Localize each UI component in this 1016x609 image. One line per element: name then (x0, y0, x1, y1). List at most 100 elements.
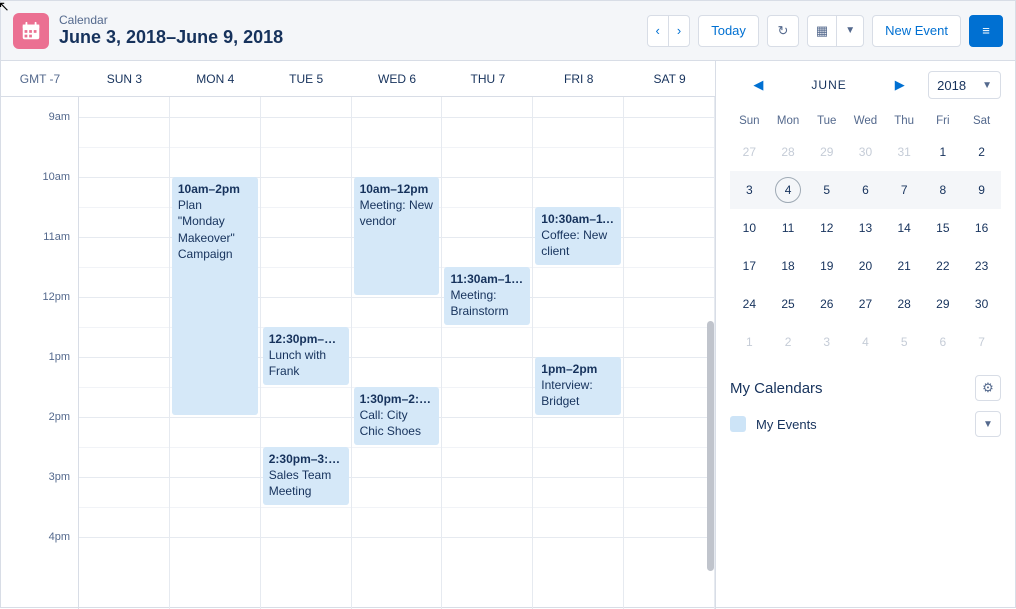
mini-day-cell[interactable]: 30 (846, 133, 885, 171)
scrollbar-thumb[interactable] (707, 321, 714, 571)
day-column[interactable] (79, 97, 170, 609)
mini-day-cell[interactable]: 8 (924, 171, 963, 209)
mini-day-cell[interactable]: 30 (962, 285, 1001, 323)
mini-cal-nav: ◀ JUNE ▶ 2018 ▼ (730, 71, 1001, 99)
mini-day-cell[interactable]: 14 (885, 209, 924, 247)
calendar-event[interactable]: 1pm–2pmInterview: Bridget (535, 357, 621, 415)
event-time: 10am–12pm (360, 181, 434, 197)
refresh-button[interactable]: ↻ (767, 15, 799, 47)
day-column[interactable]: 10am–2pmPlan "Monday Makeover" Campaign (170, 97, 261, 609)
mini-dow: Fri (924, 109, 963, 133)
day-column[interactable]: 10am–12pmMeeting: New vendor 1:30pm–2:30p… (352, 97, 443, 609)
calendar-menu-button[interactable]: ▼ (975, 411, 1001, 437)
day-header: MON 4 (170, 61, 261, 96)
day-columns: 10am–2pmPlan "Monday Makeover" Campaign1… (79, 97, 715, 609)
mini-dow: Sat (962, 109, 1001, 133)
mini-day-cell[interactable]: 19 (807, 247, 846, 285)
mini-day-cell[interactable]: 15 (924, 209, 963, 247)
mini-day-cell[interactable]: 9 (962, 171, 1001, 209)
mini-day-cell[interactable]: 28 (885, 285, 924, 323)
mini-day-cell[interactable]: 25 (769, 285, 808, 323)
mini-day-cell[interactable]: 29 (924, 285, 963, 323)
event-title: Lunch with Frank (269, 348, 326, 378)
event-time: 11:30am–12:30pm (450, 271, 524, 287)
event-time: 1:30pm–2:30pm (360, 391, 434, 407)
mini-day-cell[interactable]: 23 (962, 247, 1001, 285)
mini-day-cell[interactable]: 22 (924, 247, 963, 285)
mini-dow: Sun (730, 109, 769, 133)
mini-day-cell[interactable]: 7 (885, 171, 924, 209)
mini-day-cell[interactable]: 6 (846, 171, 885, 209)
event-title: Call: City Chic Shoes (360, 408, 421, 438)
day-column[interactable]: 11:30am–12:30pmMeeting: Brainstorm (442, 97, 533, 609)
mini-day-cell[interactable]: 24 (730, 285, 769, 323)
year-select[interactable]: 2018 ▼ (928, 71, 1001, 99)
mini-day-cell[interactable]: 12 (807, 209, 846, 247)
side-panel-toggle[interactable]: ≡ (969, 15, 1003, 47)
event-time: 12:30pm–1:30pm (269, 331, 343, 347)
mini-day-cell[interactable]: 5 (885, 323, 924, 361)
hour-label: 9am (49, 111, 70, 123)
calendar-event[interactable]: 2:30pm–3:30pmSales Team Meeting (263, 447, 349, 505)
grid-scroll[interactable]: 9am10am11am12pm1pm2pm3pm4pm 10am–2pmPlan… (1, 97, 715, 609)
mini-day-cell[interactable]: 3 (807, 323, 846, 361)
refresh-icon: ↻ (777, 23, 788, 39)
mini-day-cell[interactable]: 20 (846, 247, 885, 285)
mini-prev-button[interactable]: ◀ (745, 73, 771, 97)
week-view: GMT -7 SUN 3MON 4TUE 5WED 6THU 7FRI 8SAT… (1, 61, 715, 609)
day-header: THU 7 (442, 61, 533, 96)
chevron-right-icon: › (677, 23, 681, 38)
mini-day-cell[interactable]: 27 (846, 285, 885, 323)
mini-day-cell[interactable]: 11 (769, 209, 808, 247)
mini-day-cell[interactable]: 1 (730, 323, 769, 361)
mini-day-cell[interactable]: 16 (962, 209, 1001, 247)
mini-day-cell[interactable]: 5 (807, 171, 846, 209)
mini-day-cell[interactable]: 28 (769, 133, 808, 171)
mini-day-cell[interactable]: 4 (769, 171, 808, 209)
prev-button[interactable]: ‹ (648, 16, 668, 46)
mini-day-cell[interactable]: 3 (730, 171, 769, 209)
mini-day-cell[interactable]: 18 (769, 247, 808, 285)
mini-day-cell[interactable]: 6 (924, 323, 963, 361)
mini-day-cell[interactable]: 4 (846, 323, 885, 361)
sidebar: ◀ JUNE ▶ 2018 ▼ SunMonTueWedThuFriSat272… (715, 61, 1015, 609)
calendar-event[interactable]: 12:30pm–1:30pmLunch with Frank (263, 327, 349, 385)
new-event-button[interactable]: New Event (872, 15, 961, 47)
hour-label: 2pm (49, 411, 70, 423)
mini-day-cell[interactable]: 2 (962, 133, 1001, 171)
mini-day-cell[interactable]: 31 (885, 133, 924, 171)
calendar-event[interactable]: 1:30pm–2:30pmCall: City Chic Shoes (354, 387, 440, 445)
calendar-event[interactable]: 10am–2pmPlan "Monday Makeover" Campaign (172, 177, 258, 415)
calendar-list-item[interactable]: My Events▼ (730, 411, 1001, 437)
mini-next-button[interactable]: ▶ (887, 73, 913, 97)
day-column[interactable] (624, 97, 715, 609)
chevron-down-icon: ▼ (982, 80, 992, 91)
mini-day-cell[interactable]: 1 (924, 133, 963, 171)
mini-day-cell[interactable]: 2 (769, 323, 808, 361)
mini-day-cell[interactable]: 29 (807, 133, 846, 171)
mini-day-cell[interactable]: 7 (962, 323, 1001, 361)
mini-day-cell[interactable]: 27 (730, 133, 769, 171)
event-title: Meeting: Brainstorm (450, 288, 508, 318)
calendar-event[interactable]: 10:30am–11:30amCoffee: New client (535, 207, 621, 265)
hour-label: 11am (43, 231, 70, 243)
day-header: WED 6 (352, 61, 443, 96)
mini-day-cell[interactable]: 10 (730, 209, 769, 247)
next-button[interactable]: › (668, 16, 689, 46)
day-column[interactable]: 12:30pm–1:30pmLunch with Frank 2:30pm–3:3… (261, 97, 352, 609)
mini-day-cell[interactable]: 13 (846, 209, 885, 247)
event-title: Interview: Bridget (541, 378, 592, 408)
mini-day-cell[interactable]: 21 (885, 247, 924, 285)
day-column[interactable]: 10:30am–11:30amCoffee: New client 1pm–2pm… (533, 97, 624, 609)
event-time: 2:30pm–3:30pm (269, 451, 343, 467)
mini-day-cell[interactable]: 26 (807, 285, 846, 323)
view-switch[interactable]: ▦ ▼ (807, 15, 864, 47)
chevron-left-icon: ‹ (656, 23, 660, 38)
event-title: Meeting: New vendor (360, 198, 433, 228)
calendar-settings-button[interactable]: ⚙ (975, 375, 1001, 401)
today-button[interactable]: Today (698, 15, 759, 47)
mini-day-cell[interactable]: 17 (730, 247, 769, 285)
calendar-event[interactable]: 11:30am–12:30pmMeeting: Brainstorm (444, 267, 530, 325)
header-bar: Calendar June 3, 2018–June 9, 2018 ‹ › T… (1, 1, 1015, 61)
calendar-event[interactable]: 10am–12pmMeeting: New vendor (354, 177, 440, 295)
